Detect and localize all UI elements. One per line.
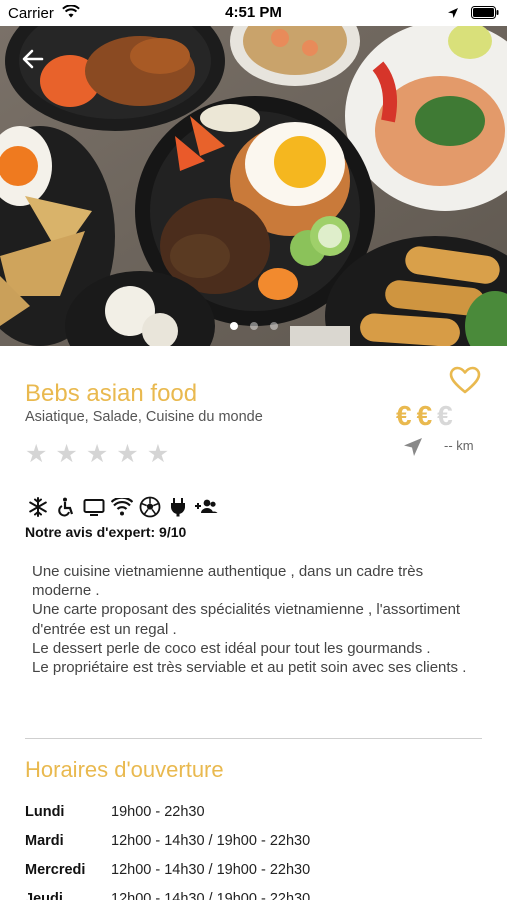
cuisine-tags: Asiatique, Salade, Cuisine du monde xyxy=(25,409,263,425)
food-photo xyxy=(0,26,507,346)
hours-time: 12h00 - 14h30 / 19h00 - 22h30 xyxy=(111,890,311,900)
football-icon xyxy=(137,495,162,519)
opening-hours-table: Lundi 19h00 - 22h30 Mardi 12h00 - 14h30 … xyxy=(25,797,310,900)
star-icon[interactable]: ★ xyxy=(86,442,108,467)
hours-row: Lundi 19h00 - 22h30 xyxy=(25,797,310,826)
restaurant-name: Bebs asian food xyxy=(25,380,198,407)
page-dot[interactable] xyxy=(229,322,238,330)
star-icon[interactable]: ★ xyxy=(147,442,169,467)
euro-icon: € xyxy=(437,400,453,431)
description-line: Une cuisine vietnamienne authentique , d… xyxy=(32,563,424,600)
navigation-arrow-icon[interactable] xyxy=(403,437,423,462)
group-icon xyxy=(193,495,218,519)
star-icon[interactable]: ★ xyxy=(25,442,47,467)
arrow-left-icon xyxy=(22,49,44,69)
restaurant-photo-gallery[interactable] xyxy=(0,26,507,346)
page-indicator[interactable] xyxy=(0,322,507,330)
hours-day: Mercredi xyxy=(25,861,86,878)
tv-icon xyxy=(81,495,106,519)
snowflake-icon xyxy=(25,495,50,519)
star-icon[interactable]: ★ xyxy=(55,442,77,467)
hours-day: Mardi xyxy=(25,832,64,849)
euro-icon: € xyxy=(396,400,412,431)
location-arrow-icon xyxy=(447,6,459,24)
wifi-icon xyxy=(109,495,134,519)
status-bar: Carrier 4:51 PM xyxy=(0,0,507,26)
favorite-button[interactable] xyxy=(449,366,481,399)
hours-row: Jeudi 12h00 - 14h30 / 19h00 - 22h30 xyxy=(25,884,310,900)
euro-icon: € xyxy=(416,400,433,431)
rating-stars[interactable]: ★ ★ ★ ★ ★ xyxy=(25,442,169,467)
star-icon[interactable]: ★ xyxy=(116,442,138,467)
hours-time: 12h00 - 14h30 / 19h00 - 22h30 xyxy=(111,861,311,878)
hours-day: Jeudi xyxy=(25,890,63,900)
restaurant-description: Une cuisine vietnamienne authentique , d… xyxy=(32,562,472,677)
section-divider xyxy=(25,738,482,739)
back-button[interactable] xyxy=(22,48,56,82)
hours-time: 12h00 - 14h30 / 19h00 - 22h30 xyxy=(111,832,311,849)
price-level: € € € xyxy=(396,402,453,430)
hours-row: Mercredi 12h00 - 14h30 / 19h00 - 22h30 xyxy=(25,855,310,884)
battery-icon xyxy=(471,6,499,24)
description-line: Le propriétaire est très serviable et au… xyxy=(32,659,467,677)
heart-icon xyxy=(449,366,481,394)
page-dot[interactable] xyxy=(249,322,258,330)
description-line: Le dessert perle de coco est idéal pour … xyxy=(32,639,431,657)
clock: 4:51 PM xyxy=(225,4,282,21)
amenities-list xyxy=(25,495,218,519)
expert-rating: Notre avis d'expert: 9/10 xyxy=(25,524,187,540)
wheelchair-icon xyxy=(53,495,78,519)
distance-label: -- km xyxy=(444,438,474,453)
opening-hours-title: Horaires d'ouverture xyxy=(25,757,224,782)
hours-row: Mardi 12h00 - 14h30 / 19h00 - 22h30 xyxy=(25,826,310,855)
hours-time: 19h00 - 22h30 xyxy=(111,803,205,820)
description-line: Une carte proposant des spécialités viet… xyxy=(32,601,461,638)
page-dot[interactable] xyxy=(269,322,278,330)
plug-icon xyxy=(165,495,190,519)
hours-day: Lundi xyxy=(25,803,65,820)
